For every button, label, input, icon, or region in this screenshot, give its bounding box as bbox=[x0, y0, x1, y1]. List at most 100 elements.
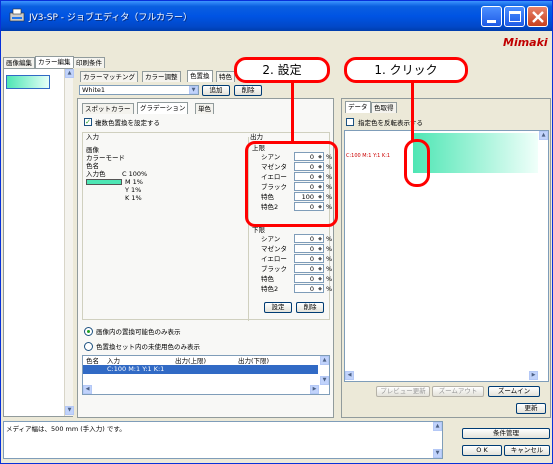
tab-print-conditions[interactable]: 印刷条件 bbox=[73, 57, 105, 68]
lower-special-label: 特色 bbox=[261, 275, 274, 283]
lower-special2-label: 特色2 bbox=[261, 285, 279, 293]
table-scroll-up-icon[interactable]: ▲ bbox=[320, 356, 329, 365]
delete-entry-button[interactable]: 削除 bbox=[234, 85, 262, 96]
table-header-upper: 出力(上限) bbox=[175, 357, 207, 365]
input-group-title: 入力 bbox=[86, 133, 99, 141]
chevron-down-icon[interactable]: ▼ bbox=[189, 86, 198, 94]
minimize-icon bbox=[487, 20, 496, 23]
thumbnail-panel: ▲ ▼ bbox=[3, 68, 74, 417]
output-group-title: 出力 bbox=[250, 133, 263, 141]
radio-unused-only[interactable] bbox=[84, 342, 93, 351]
preview-update-button[interactable]: プレビュー更新 bbox=[376, 386, 430, 397]
image-label: 画像 bbox=[86, 146, 99, 154]
callout-step1: 1. クリック bbox=[344, 57, 468, 83]
preview-scroll-right-icon[interactable]: ▶ bbox=[529, 371, 538, 380]
tab-data[interactable]: データ bbox=[345, 101, 371, 113]
input-color-label: 入力色 bbox=[86, 170, 106, 178]
lower-magenta-unit: % bbox=[326, 245, 333, 253]
invert-checkbox[interactable] bbox=[346, 118, 354, 126]
input-m-value: M 1% bbox=[125, 178, 143, 186]
maximize-icon bbox=[509, 11, 521, 22]
lower-black-unit: % bbox=[326, 265, 333, 273]
input-color-swatch bbox=[86, 179, 122, 185]
brand-logo: Mimaki bbox=[503, 36, 548, 49]
preview-scroll-up-icon[interactable]: ▲ bbox=[539, 131, 548, 140]
title-bar: JV3-SP - ジョブエディタ（フルカラー） bbox=[1, 1, 552, 31]
preview-panel: データ 色取得 指定色を反転表示する C:100 M:1 Y:1 K:1 ▲ ◀… bbox=[341, 98, 551, 418]
lower-yellow-input[interactable]: 0 bbox=[294, 254, 324, 263]
lower-special2-unit: % bbox=[326, 285, 333, 293]
refresh-button[interactable]: 更新 bbox=[516, 403, 546, 414]
lower-yellow-unit: % bbox=[326, 255, 333, 263]
tab-color-edit[interactable]: カラー編集 bbox=[35, 56, 74, 68]
add-button[interactable]: 追加 bbox=[202, 85, 230, 96]
minimize-button[interactable] bbox=[481, 6, 502, 27]
table-row-input: C:100 M:1 Y:1 K:1 bbox=[107, 365, 165, 373]
window-title: JV3-SP - ジョブエディタ（フルカラー） bbox=[29, 13, 192, 23]
lower-magenta-label: マゼンタ bbox=[261, 245, 287, 253]
status-message: メディア幅は、500 mm (手入力) です。 bbox=[6, 425, 126, 433]
tab-color-matching[interactable]: カラーマッチング bbox=[80, 71, 138, 82]
tab-color-pick[interactable]: 色取得 bbox=[371, 102, 397, 113]
printer-app-icon bbox=[9, 8, 25, 22]
multi-color-checkbox[interactable]: ✓ bbox=[84, 118, 92, 126]
status-box: メディア幅は、500 mm (手入力) です。 ▲ ▼ bbox=[3, 421, 443, 459]
status-scroll-up-icon[interactable]: ▲ bbox=[433, 422, 442, 431]
lower-limit-label: 下限 bbox=[252, 226, 265, 234]
zoom-in-button[interactable]: ズームイン bbox=[488, 386, 540, 397]
lower-black-label: ブラック bbox=[261, 265, 287, 273]
table-header-lower: 出力(下限) bbox=[238, 357, 270, 365]
preview-area[interactable]: C:100 M:1 Y:1 K:1 ▲ ◀ ▶ bbox=[344, 130, 549, 382]
tab-image-edit[interactable]: 画像編集 bbox=[3, 57, 35, 68]
lower-cyan-label: シアン bbox=[261, 235, 281, 243]
delete-output-button[interactable]: 削除 bbox=[296, 302, 324, 313]
table-header-input: 入力 bbox=[107, 357, 120, 365]
thumbnail-scrollbar[interactable]: ▲ ▼ bbox=[64, 69, 74, 416]
scroll-up-icon[interactable]: ▲ bbox=[65, 69, 74, 78]
color-name-label: 色名 bbox=[86, 162, 99, 170]
table-scroll-left-icon[interactable]: ◀ bbox=[83, 385, 92, 394]
status-scroll-down-icon[interactable]: ▼ bbox=[433, 449, 442, 458]
input-k-value: K 1% bbox=[125, 194, 142, 202]
lower-cyan-unit: % bbox=[326, 235, 333, 243]
color-set-select[interactable]: White1 bbox=[79, 85, 199, 95]
tab-single-color[interactable]: 単色 bbox=[195, 103, 214, 114]
tab-color-replace[interactable]: 色置換 bbox=[187, 70, 213, 82]
ok-button[interactable]: O K bbox=[462, 445, 502, 456]
table-row[interactable]: C:100 M:1 Y:1 K:1 bbox=[83, 365, 318, 374]
input-c-value: C 100% bbox=[122, 170, 148, 178]
lower-black-input[interactable]: 0 bbox=[294, 264, 324, 273]
callout-step2: 2. 設定 bbox=[234, 57, 330, 83]
lower-yellow-label: イエロー bbox=[261, 255, 287, 263]
set-button[interactable]: 設定 bbox=[264, 302, 292, 313]
table-scroll-down-icon[interactable]: ▼ bbox=[320, 376, 329, 385]
color-table: 色名 入力 出力(上限) 出力(下限) C:100 M:1 Y:1 K:1 ▲ … bbox=[82, 355, 330, 395]
input-y-value: Y 1% bbox=[125, 186, 142, 194]
radio-unused-label: 色置換セット内の未使用色のみ表示 bbox=[96, 343, 200, 351]
close-button[interactable] bbox=[527, 6, 548, 27]
lower-special-input[interactable]: 0 bbox=[294, 274, 324, 283]
tab-color-adjust[interactable]: カラー調整 bbox=[142, 71, 181, 82]
table-header-name: 色名 bbox=[86, 357, 99, 365]
color-mode-label: カラーモード bbox=[86, 154, 125, 162]
tab-special-color[interactable]: 特色 bbox=[216, 71, 235, 82]
tab-gradation[interactable]: グラデーション bbox=[137, 102, 189, 114]
highlight-color-pick bbox=[404, 139, 430, 187]
lower-special2-input[interactable]: 0 bbox=[294, 284, 324, 293]
color-readout: C:100 M:1 Y:1 K:1 bbox=[346, 153, 391, 159]
thumbnail-image[interactable] bbox=[6, 75, 50, 89]
cancel-button[interactable]: キャンセル bbox=[504, 445, 550, 456]
maximize-button[interactable] bbox=[504, 6, 525, 27]
scroll-down-icon[interactable]: ▼ bbox=[65, 406, 74, 415]
preview-scroll-left-icon[interactable]: ◀ bbox=[345, 371, 354, 380]
lower-cyan-input[interactable]: 0 bbox=[294, 234, 324, 243]
condition-manage-button[interactable]: 条件管理 bbox=[462, 428, 550, 439]
lower-magenta-input[interactable]: 0 bbox=[294, 244, 324, 253]
gradient-preview bbox=[413, 133, 538, 173]
radio-replaceable-only[interactable] bbox=[84, 327, 93, 336]
multi-color-label: 複数色置換を設定する bbox=[95, 119, 160, 127]
tab-spot-color[interactable]: スポットカラー bbox=[82, 103, 134, 114]
table-scroll-right-icon[interactable]: ▶ bbox=[310, 385, 319, 394]
app-window: JV3-SP - ジョブエディタ（フルカラー） Mimaki 画像編集 カラー編… bbox=[0, 0, 553, 464]
zoom-out-button[interactable]: ズームアウト bbox=[432, 386, 484, 397]
